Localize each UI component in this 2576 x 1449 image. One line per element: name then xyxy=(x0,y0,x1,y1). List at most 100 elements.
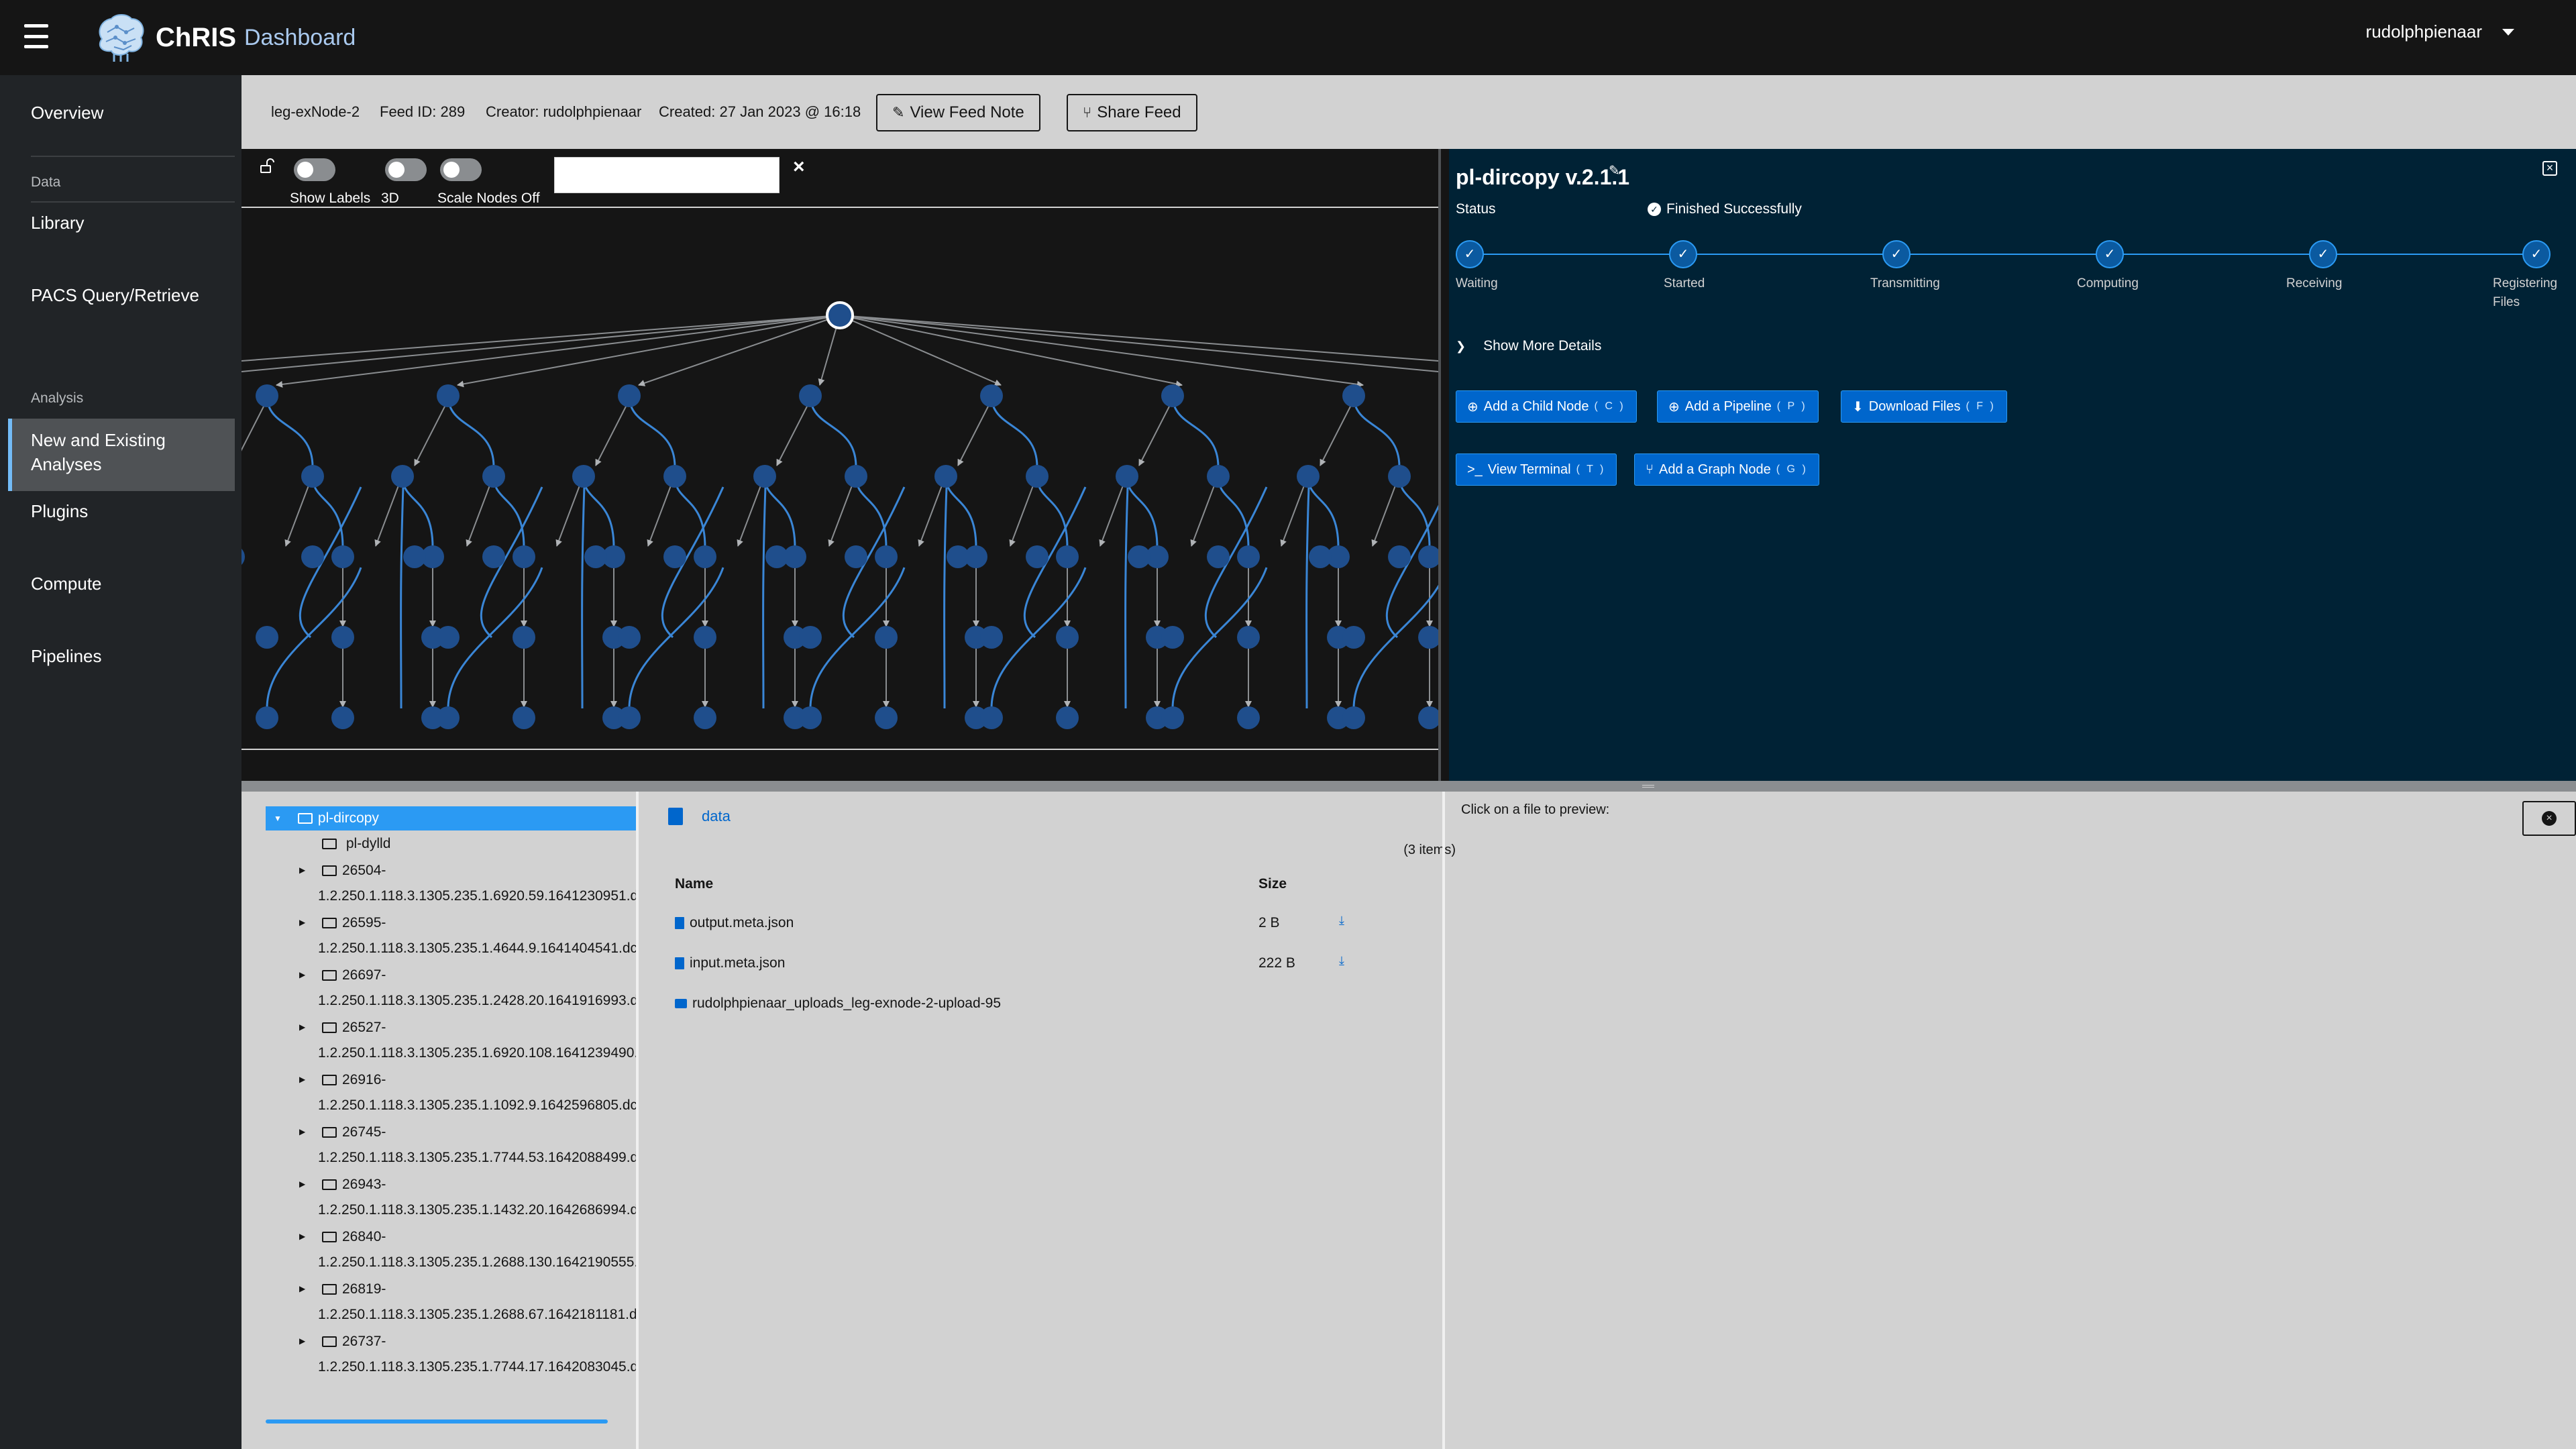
nav-item-analyses[interactable]: New and Existing Analyses xyxy=(8,419,235,491)
file-row[interactable]: output.meta.json xyxy=(675,915,794,931)
tree-item[interactable]: ▶ 26745- xyxy=(299,1124,386,1140)
caret-right-icon[interactable]: ▶ xyxy=(299,918,305,927)
caret-right-icon[interactable]: ▶ xyxy=(299,970,305,979)
graph-node-selected[interactable] xyxy=(826,301,854,329)
caret-right-icon[interactable]: ▶ xyxy=(299,1232,305,1241)
feed-graph-canvas[interactable] xyxy=(241,208,1438,749)
graph-node[interactable] xyxy=(301,465,324,488)
graph-node[interactable] xyxy=(1418,545,1438,568)
graph-node[interactable] xyxy=(1342,626,1365,649)
graph-node[interactable] xyxy=(301,545,324,568)
graph-node[interactable] xyxy=(331,706,354,729)
close-icon[interactable]: × xyxy=(793,156,805,178)
graph-node[interactable] xyxy=(765,545,788,568)
graph-node[interactable] xyxy=(1026,465,1049,488)
hamburger-menu-icon[interactable] xyxy=(24,24,48,48)
unlock-icon[interactable] xyxy=(259,158,275,174)
graph-node[interactable] xyxy=(694,706,716,729)
column-header-name[interactable]: Name xyxy=(675,876,713,892)
graph-node[interactable] xyxy=(1237,706,1260,729)
close-details-icon[interactable]: × xyxy=(2542,161,2557,176)
tree-horizontal-scrollbar[interactable] xyxy=(266,1419,608,1424)
caret-right-icon[interactable]: ▶ xyxy=(299,1127,305,1136)
show-labels-toggle[interactable] xyxy=(294,158,335,181)
download-icon[interactable]: ⤓ xyxy=(1339,914,1344,928)
graph-node[interactable] xyxy=(845,465,867,488)
graph-node[interactable] xyxy=(331,626,354,649)
nav-item-library[interactable]: Library xyxy=(0,211,241,235)
graph-node[interactable] xyxy=(1342,384,1365,407)
graph-node[interactable] xyxy=(1418,706,1438,729)
graph-node[interactable] xyxy=(403,545,426,568)
nav-item-plugins[interactable]: Plugins xyxy=(0,499,241,523)
tree-item-child[interactable]: pl-dylld xyxy=(322,836,390,852)
chris-logo[interactable]: ChRIS Dashboard xyxy=(94,12,356,63)
graph-node[interactable] xyxy=(1056,706,1079,729)
graph-node[interactable] xyxy=(618,626,641,649)
graph-node[interactable] xyxy=(1207,545,1230,568)
breadcrumb-data[interactable]: data xyxy=(702,808,731,825)
graph-node[interactable] xyxy=(572,465,595,488)
graph-node[interactable] xyxy=(331,545,354,568)
graph-node[interactable] xyxy=(1388,545,1411,568)
graph-node[interactable] xyxy=(980,384,1003,407)
tree-item[interactable]: ▶ 26737- xyxy=(299,1334,386,1350)
add-graph-node-button[interactable]: ⑂ Add a Graph Node ( G ) xyxy=(1634,453,1819,486)
graph-node[interactable] xyxy=(753,465,776,488)
graph-node[interactable] xyxy=(256,384,278,407)
graph-node[interactable] xyxy=(513,545,535,568)
graph-node[interactable] xyxy=(256,706,278,729)
graph-node[interactable] xyxy=(694,626,716,649)
download-files-button[interactable]: ⬇ Download Files ( F ) xyxy=(1841,390,2007,423)
graph-node[interactable] xyxy=(1161,384,1184,407)
graph-node[interactable] xyxy=(1418,626,1438,649)
column-header-size[interactable]: Size xyxy=(1258,876,1287,892)
graph-node[interactable] xyxy=(437,626,460,649)
tree-item[interactable]: ▶ 26527- xyxy=(299,1020,386,1036)
3d-toggle[interactable] xyxy=(385,158,427,181)
graph-node[interactable] xyxy=(1237,545,1260,568)
copy-icon[interactable] xyxy=(668,808,683,825)
graph-node[interactable] xyxy=(241,545,245,568)
graph-node[interactable] xyxy=(663,545,686,568)
folder-row[interactable]: rudolphpienaar_uploads_leg-exnode-2-uplo… xyxy=(675,996,1001,1012)
breadcrumb[interactable]: data xyxy=(668,808,731,825)
graph-node[interactable] xyxy=(799,384,822,407)
graph-node[interactable] xyxy=(980,706,1003,729)
view-feed-note-button[interactable]: ✎ View Feed Note xyxy=(876,94,1040,131)
graph-node[interactable] xyxy=(1207,465,1230,488)
pane-resize-divider[interactable] xyxy=(241,781,2576,792)
graph-node[interactable] xyxy=(1116,465,1138,488)
graph-node[interactable] xyxy=(482,465,505,488)
graph-node[interactable] xyxy=(513,626,535,649)
nav-item-pipelines[interactable]: Pipelines xyxy=(0,644,241,668)
graph-node[interactable] xyxy=(1388,465,1411,488)
nav-item-pacs[interactable]: PACS Query/Retrieve xyxy=(0,283,241,307)
tree-item[interactable]: ▶ 26840- xyxy=(299,1229,386,1245)
share-feed-button[interactable]: ⑂ Share Feed xyxy=(1067,94,1197,131)
tree-item[interactable]: ▶ 26697- xyxy=(299,967,386,983)
tree-item[interactable]: ▶ 26595- xyxy=(299,915,386,931)
graph-node[interactable] xyxy=(618,706,641,729)
caret-right-icon[interactable]: ▶ xyxy=(299,1022,305,1032)
graph-node[interactable] xyxy=(1309,545,1332,568)
graph-node[interactable] xyxy=(1056,545,1079,568)
graph-node[interactable] xyxy=(875,545,898,568)
caret-right-icon[interactable]: ▶ xyxy=(299,1075,305,1084)
graph-node[interactable] xyxy=(934,465,957,488)
graph-node[interactable] xyxy=(437,706,460,729)
graph-node[interactable] xyxy=(1026,545,1049,568)
graph-node[interactable] xyxy=(663,465,686,488)
caret-right-icon[interactable]: ▶ xyxy=(299,1179,305,1189)
add-pipeline-button[interactable]: ⊕ Add a Pipeline ( P ) xyxy=(1657,390,1819,423)
graph-node[interactable] xyxy=(1128,545,1150,568)
graph-node[interactable] xyxy=(875,626,898,649)
scale-nodes-toggle[interactable] xyxy=(440,158,482,181)
tree-item[interactable]: ▶ 26504- xyxy=(299,863,386,879)
graph-node[interactable] xyxy=(482,545,505,568)
tree-item[interactable]: ▶ 26916- xyxy=(299,1072,386,1088)
caret-right-icon[interactable]: ▶ xyxy=(299,865,305,875)
graph-node[interactable] xyxy=(256,626,278,649)
caret-right-icon[interactable]: ▶ xyxy=(299,1336,305,1346)
graph-node[interactable] xyxy=(694,545,716,568)
